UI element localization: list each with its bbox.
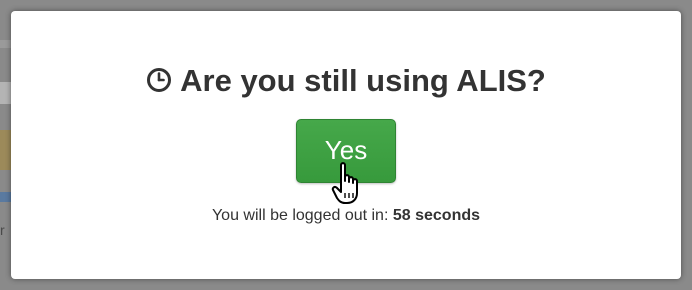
logout-countdown-prefix: You will be logged out in: (211, 207, 389, 224)
dialog-title: Are you still using ALIS? (11, 63, 681, 99)
logout-countdown-message: You will be logged out in: 58 seconds (11, 207, 681, 225)
background-text: r (0, 222, 5, 238)
dialog-title-text: Are you still using ALIS? (180, 63, 546, 98)
countdown-value: 58 seconds (392, 207, 481, 224)
clock-icon (147, 67, 172, 92)
session-timeout-dialog: Are you still using ALIS? Yes You will b… (11, 11, 681, 279)
hand-pointer-cursor-icon (331, 162, 358, 204)
